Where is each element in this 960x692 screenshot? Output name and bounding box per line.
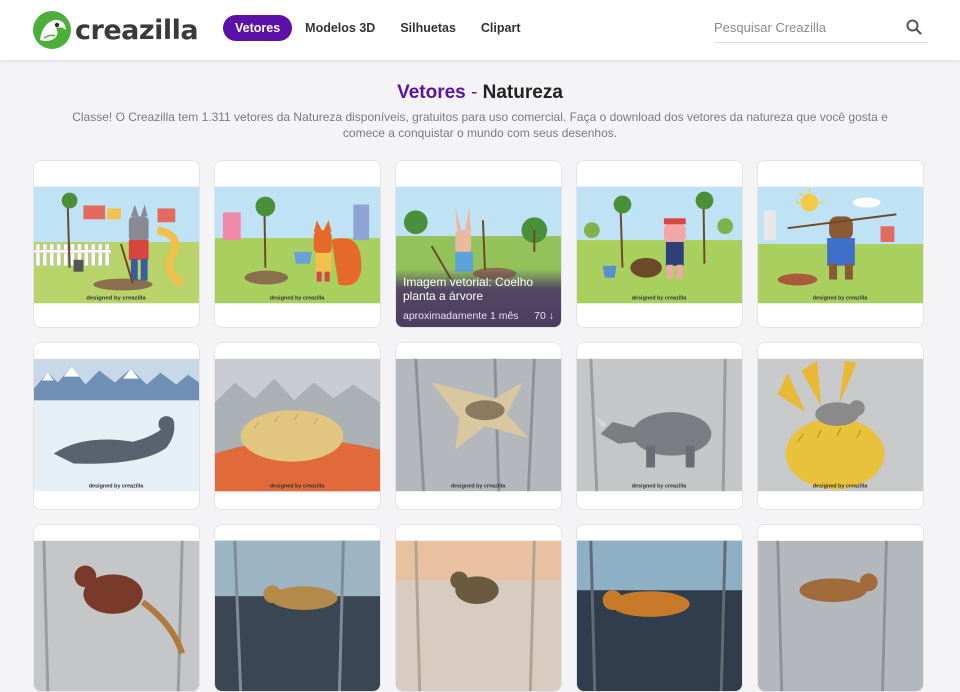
cat-image <box>758 525 923 691</box>
cougar-image <box>577 525 742 691</box>
title-category: Vetores <box>397 82 466 103</box>
image-card-mouse[interactable]: designed by creazilla <box>757 342 924 510</box>
image-card-pig[interactable]: designed by creazilla <box>576 160 743 328</box>
genet-image <box>215 525 380 691</box>
main-nav: Vetores Modelos 3D Silhuetas Clipart <box>223 15 534 41</box>
nav-item-silhuetas[interactable]: Silhuetas <box>388 15 468 41</box>
credit-text: designed by creazilla <box>451 483 507 489</box>
image-card-tree-kangaroo[interactable] <box>33 524 200 692</box>
image-card-wolf[interactable]: designed by creazilla <box>33 160 200 328</box>
image-card-beaver[interactable]: designed by creazilla <box>757 160 924 328</box>
card-hover-overlay: Imagem vetorial: Coelho planta a árvore … <box>396 269 561 327</box>
credit-text: designed by creazilla <box>813 295 869 301</box>
wildcat-image <box>396 525 561 691</box>
logo-text: creazilla <box>75 14 199 46</box>
rhino-image: designed by creazilla <box>577 343 742 492</box>
credit-text: designed by creazilla <box>86 295 146 301</box>
title-separator: - <box>471 82 478 103</box>
echidna-image: designed by creazilla <box>215 343 380 492</box>
beaver-shovel-image: designed by creazilla <box>758 161 923 304</box>
download-count: 70 <box>534 310 546 322</box>
image-card-cat[interactable] <box>757 524 924 692</box>
image-card-cougar[interactable] <box>576 524 743 692</box>
card-hover-title: Imagem vetorial: Coelho planta a árvore <box>403 275 534 303</box>
page-title: Vetores - Natureza <box>0 82 960 104</box>
search-bar <box>714 14 928 43</box>
card-hover-age: aproximadamente 1 mês <box>403 310 519 322</box>
nav-item-modelos-3d[interactable]: Modelos 3D <box>293 15 387 41</box>
wolf-gardening-image: designed by creazilla <box>34 161 199 304</box>
card-hover-downloads: 70 ↓ <box>534 310 554 322</box>
credit-text: designed by creazilla <box>813 483 869 489</box>
image-card-rabbit[interactable]: Imagem vetorial: Coelho planta a árvore … <box>395 160 562 328</box>
image-card-genet[interactable] <box>214 524 381 692</box>
flying-squirrel-image: designed by creazilla <box>396 343 561 492</box>
credit-text: designed by creazilla <box>270 295 326 301</box>
creazilla-logo-icon <box>33 11 71 49</box>
nav-item-vetores[interactable]: Vetores <box>223 15 293 41</box>
image-card-wildcat[interactable] <box>395 524 562 692</box>
logo[interactable]: creazilla <box>32 10 199 50</box>
mouse-on-flower-image: designed by creazilla <box>758 343 923 492</box>
header: creazilla Vetores Modelos 3D Silhuetas C… <box>0 0 960 61</box>
image-card-fox[interactable]: designed by creazilla <box>214 160 381 328</box>
download-arrow-icon: ↓ <box>548 310 554 322</box>
tree-kangaroo-image <box>34 525 199 691</box>
pig-gardening-image: designed by creazilla <box>577 161 742 304</box>
image-card-flying-squirrel[interactable]: designed by creazilla <box>395 342 562 510</box>
title-subject: Natureza <box>482 82 563 103</box>
search-icon[interactable] <box>906 19 922 35</box>
credit-text: designed by creazilla <box>89 483 145 489</box>
credit-text: designed by creazilla <box>270 483 326 489</box>
fox-watering-image: designed by creazilla <box>215 161 380 304</box>
search-input[interactable] <box>714 14 894 40</box>
image-card-seal[interactable]: designed by creazilla <box>33 342 200 510</box>
image-card-echidna[interactable]: designed by creazilla <box>214 342 381 510</box>
nav-item-clipart[interactable]: Clipart <box>469 15 533 41</box>
credit-text: designed by creazilla <box>632 483 688 489</box>
seal-on-ice-image: designed by creazilla <box>34 343 199 492</box>
page-description: Classe! O Creazilla tem 1.311 vetores da… <box>72 110 888 140</box>
image-card-rhino[interactable]: designed by creazilla <box>576 342 743 510</box>
credit-text: designed by creazilla <box>632 295 688 301</box>
